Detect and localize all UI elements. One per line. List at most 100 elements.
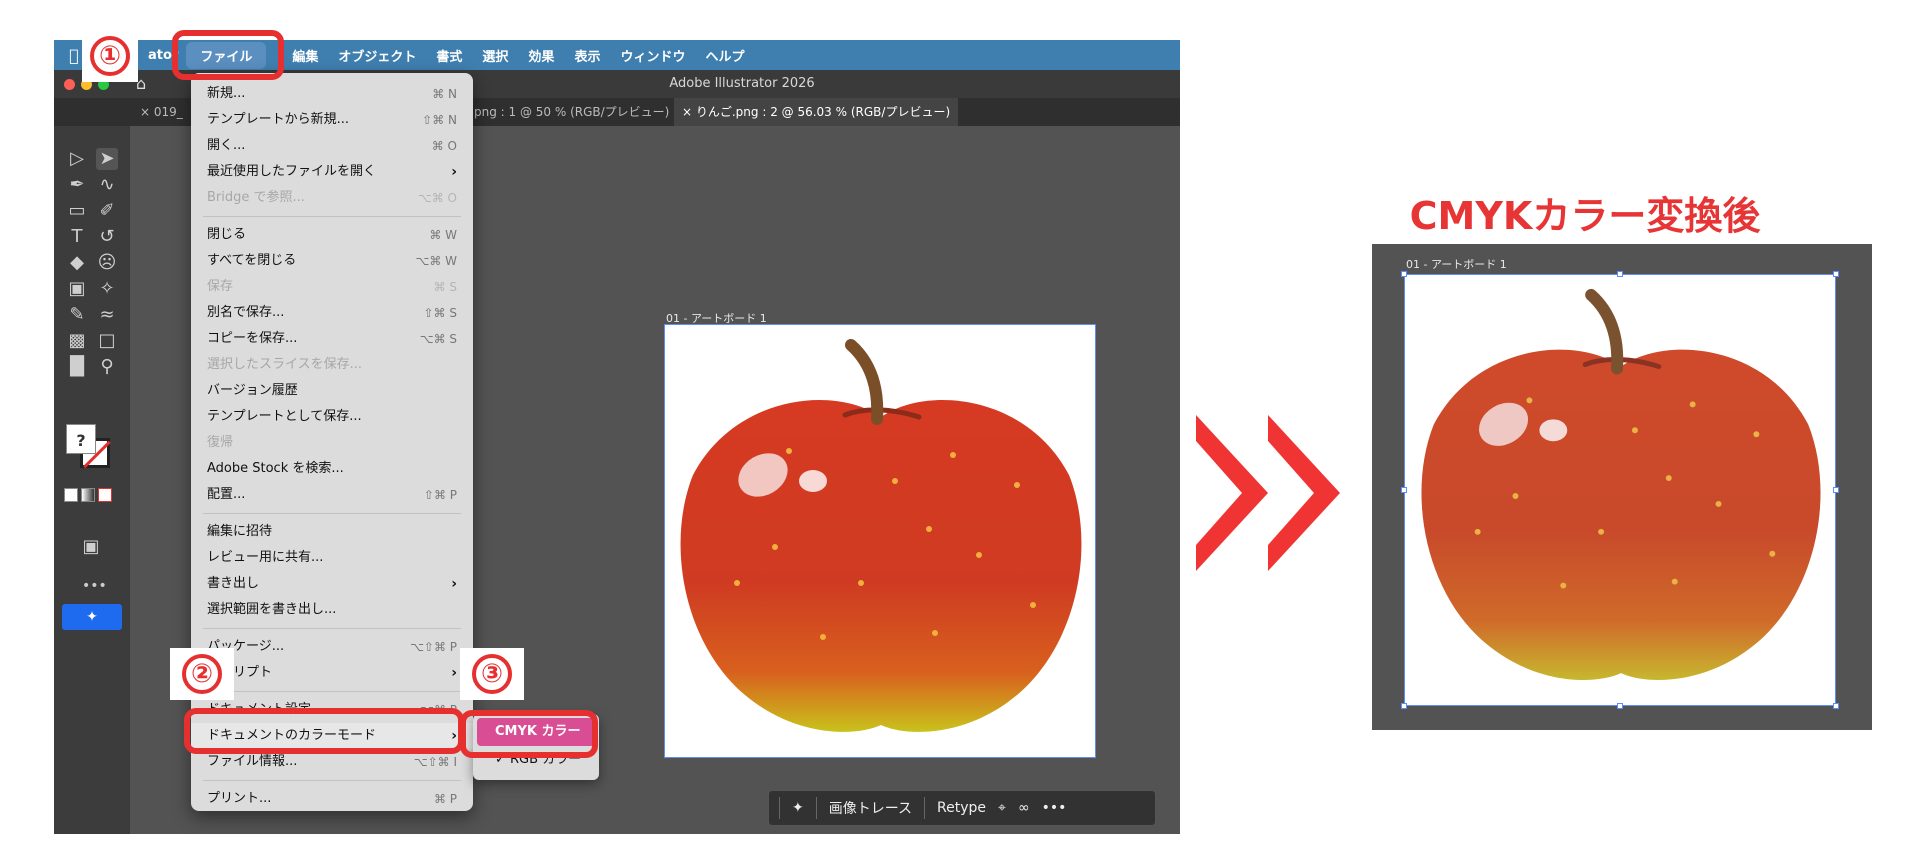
menu-separator bbox=[203, 780, 461, 781]
step-number: ③ bbox=[472, 654, 512, 694]
menu-item-label: すべてを閉じる bbox=[207, 253, 297, 268]
menu-item-close-all[interactable]: すべてを閉じる ⌥⌘ W bbox=[191, 248, 473, 274]
selection-handle[interactable] bbox=[1833, 271, 1839, 277]
menu-separator bbox=[203, 216, 461, 217]
artboard-cmyk bbox=[1404, 274, 1836, 706]
menu-item-search-adobe-stock[interactable]: Adobe Stock を検索... bbox=[191, 456, 473, 482]
menu-item-save-copy[interactable]: コピーを保存... ⌥⌘ S bbox=[191, 326, 473, 352]
menu-item-export[interactable]: 書き出し › bbox=[191, 571, 473, 597]
retype-button[interactable]: Retype bbox=[937, 800, 986, 816]
highlight-cmyk-item bbox=[460, 710, 598, 758]
selection-handle[interactable] bbox=[1401, 703, 1407, 709]
selection-handle[interactable] bbox=[1617, 271, 1623, 277]
menu-item-shortcut: ⇧⌘ N bbox=[422, 113, 457, 127]
menu-view[interactable]: 表示 bbox=[564, 46, 610, 65]
menu-item-label: 配置... bbox=[207, 487, 246, 502]
menu-item-label: テンプレートとして保存... bbox=[207, 409, 362, 424]
tab-document-apple[interactable]: × りんご.png : 2 @ 56.03 % (RGB/プレビュー) bbox=[674, 98, 959, 126]
menu-item-label: 開く... bbox=[207, 138, 246, 153]
drag-handle[interactable] bbox=[779, 797, 780, 819]
menu-item-new[interactable]: 新規... ⌘ N bbox=[191, 81, 473, 107]
menu-item-print[interactable]: プリント... ⌘ P bbox=[191, 786, 473, 812]
menu-item-open[interactable]: 開く... ⌘ O bbox=[191, 133, 473, 159]
menu-item-shortcut: ⌘ N bbox=[432, 87, 457, 101]
more-tools-icon[interactable]: ••• bbox=[82, 578, 107, 594]
more-options-button[interactable]: ••• bbox=[1042, 800, 1067, 816]
highlight-file-menu bbox=[172, 30, 284, 80]
arrow-notch bbox=[1268, 441, 1314, 545]
menu-effect[interactable]: 効果 bbox=[518, 46, 564, 65]
pen-tool-icon[interactable]: ✒ bbox=[66, 174, 88, 196]
selection-handle[interactable] bbox=[1617, 703, 1623, 709]
rectangle-tool-icon[interactable]: ▭ bbox=[66, 200, 88, 222]
menu-item-revert: 復帰 bbox=[191, 430, 473, 456]
fill-unknown-icon: ? bbox=[76, 431, 86, 450]
menu-item-save-as[interactable]: 別名で保存... ⇧⌘ S bbox=[191, 300, 473, 326]
menu-edit[interactable]: 編集 bbox=[282, 46, 328, 65]
menu-item-save: 保存 ⌘ S bbox=[191, 274, 473, 300]
gradient-button[interactable] bbox=[81, 488, 95, 502]
tutorial-figure:  ator ファイル 編集 オブジェクト 書式 選択 効果 表示 ウィンドウ … bbox=[0, 0, 1920, 868]
selection-tool-icon[interactable]: ▷ bbox=[66, 148, 88, 170]
menu-item-save-as-template[interactable]: テンプレートとして保存... bbox=[191, 404, 473, 430]
menu-item-shortcut: ⌥⌘ W bbox=[415, 254, 457, 268]
curvature-tool-icon[interactable]: ∿ bbox=[96, 174, 118, 196]
warp-tool-icon[interactable]: ☹ bbox=[96, 252, 118, 274]
menu-window[interactable]: ウィンドウ bbox=[610, 46, 695, 65]
menu-item-share-for-review[interactable]: レビュー用に共有... bbox=[191, 545, 473, 571]
menu-item-place[interactable]: 配置... ⇧⌘ P bbox=[191, 482, 473, 508]
menu-item-label: レビュー用に共有... bbox=[207, 550, 324, 565]
menu-help[interactable]: ヘルプ bbox=[695, 46, 754, 65]
blend-tool-icon[interactable]: ≈ bbox=[96, 304, 118, 326]
generate-icon[interactable]: ✦ bbox=[792, 800, 804, 816]
menu-item-invite-to-edit[interactable]: 編集に招待 bbox=[191, 519, 473, 545]
selection-handle[interactable] bbox=[1833, 487, 1839, 493]
paintbrush-tool-icon[interactable]: ✐ bbox=[96, 200, 118, 222]
symbol-sprayer-tool-icon[interactable]: ▩ bbox=[66, 330, 88, 352]
arrow-notch bbox=[1196, 441, 1242, 545]
menu-object[interactable]: オブジェクト bbox=[328, 46, 426, 65]
menu-item-label: Bridge で参照... bbox=[207, 190, 305, 205]
after-conversion-canvas: 01 - アートボード 1 bbox=[1372, 244, 1872, 730]
tab-document-1[interactable]: × 019_ bbox=[132, 98, 191, 126]
divider bbox=[815, 797, 817, 819]
eraser-tool-icon[interactable]: ◆ bbox=[66, 252, 88, 274]
eyedropper-tool-icon[interactable]: ✎ bbox=[66, 304, 88, 326]
color-mode-buttons bbox=[64, 488, 112, 502]
artboard[interactable] bbox=[664, 324, 1096, 758]
mesh-tool-icon[interactable]: ✧ bbox=[96, 278, 118, 300]
menu-item-label: ファイル情報... bbox=[207, 754, 298, 769]
step-badge-2: ② bbox=[170, 648, 234, 700]
crop-icon[interactable]: ⌖ bbox=[998, 800, 1006, 816]
screen-mode-icon[interactable]: ▣ bbox=[80, 536, 102, 558]
image-trace-button[interactable]: 画像トレース bbox=[829, 798, 912, 818]
selection-handle[interactable] bbox=[1401, 271, 1407, 277]
menu-item-new-from-template[interactable]: テンプレートから新規... ⇧⌘ N bbox=[191, 107, 473, 133]
direct-selection-tool-icon[interactable]: ➤ bbox=[96, 148, 118, 170]
type-tool-icon[interactable]: T bbox=[66, 226, 88, 248]
generative-tool-button[interactable]: ✦ bbox=[62, 604, 122, 630]
menu-item-export-selection[interactable]: 選択範囲を書き出し... bbox=[191, 597, 473, 623]
menu-item-open-recent[interactable]: 最近使用したファイルを開く › bbox=[191, 159, 473, 185]
menu-item-label: 閉じる bbox=[207, 227, 247, 242]
none-button[interactable] bbox=[98, 488, 112, 502]
menu-type[interactable]: 書式 bbox=[426, 46, 472, 65]
link-icon[interactable]: ∞ bbox=[1018, 800, 1030, 816]
menu-item-shortcut: ⇧⌘ P bbox=[423, 488, 457, 502]
graph-tool-icon[interactable]: █ bbox=[66, 356, 88, 378]
selection-handle[interactable] bbox=[1833, 703, 1839, 709]
menu-select[interactable]: 選択 bbox=[472, 46, 518, 65]
artboard-tool-icon[interactable]: □ bbox=[96, 330, 118, 352]
zoom-tool-icon[interactable]: ⚲ bbox=[96, 356, 118, 378]
tab-document-2[interactable]: png : 1 @ 50 % (RGB/プレビュー) bbox=[466, 98, 677, 126]
submenu-arrow-icon: › bbox=[451, 164, 457, 180]
gradient-tool-icon[interactable]: ▣ bbox=[66, 278, 88, 300]
menu-item-label: 書き出し bbox=[207, 576, 260, 591]
selection-handle[interactable] bbox=[1401, 487, 1407, 493]
menu-item-browse-bridge: Bridge で参照... ⌥⌘ O bbox=[191, 185, 473, 211]
menu-separator bbox=[203, 691, 461, 692]
rotate-tool-icon[interactable]: ↺ bbox=[96, 226, 118, 248]
menu-item-close[interactable]: 閉じる ⌘ W bbox=[191, 222, 473, 248]
color-button[interactable] bbox=[64, 488, 78, 502]
menu-item-version-history[interactable]: バージョン履歴 bbox=[191, 378, 473, 404]
